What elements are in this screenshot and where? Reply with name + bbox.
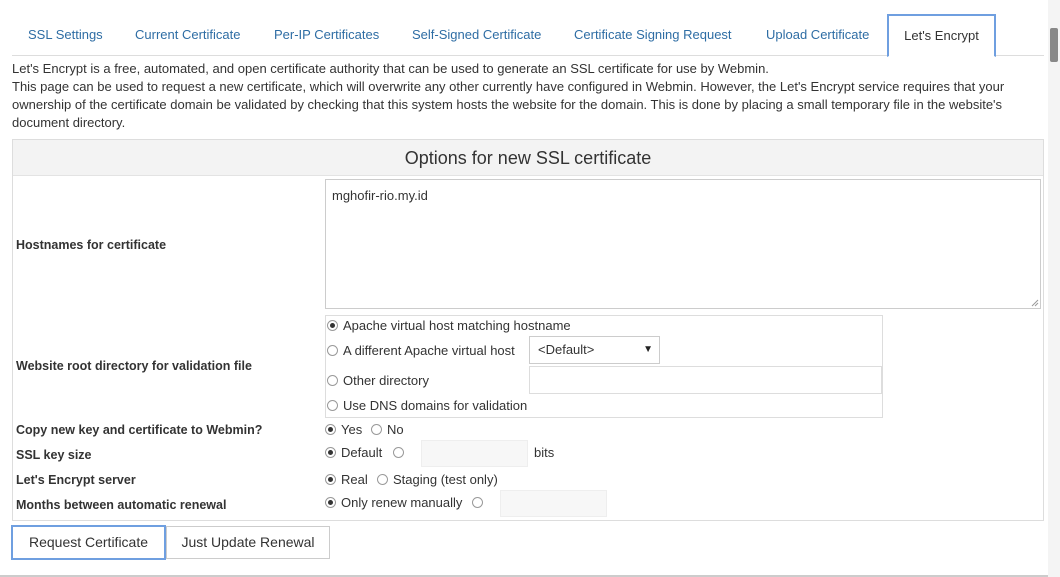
webroot-radio-other-directory[interactable] (327, 375, 338, 386)
key-size-input[interactable] (421, 440, 528, 467)
webroot-option-other-directory: Other directory (343, 373, 429, 388)
hostnames-textarea[interactable]: mghofir-rio.my.id (325, 179, 1041, 309)
tab-self-signed-certificate[interactable]: Self-Signed Certificate (412, 14, 541, 56)
server-staging-label: Staging (test only) (393, 472, 498, 487)
webroot-option-matching-host: Apache virtual host matching hostname (343, 318, 571, 333)
key-size-default-radio[interactable] (325, 447, 336, 458)
server-staging-radio[interactable] (377, 474, 388, 485)
scrollbar-thumb[interactable] (1050, 28, 1058, 62)
intro-text: Let's Encrypt is a free, automated, and … (12, 60, 1042, 132)
request-certificate-button[interactable]: Request Certificate (11, 525, 166, 560)
copy-webmin-yes-radio[interactable] (325, 424, 336, 435)
renewal-manual-radio[interactable] (325, 497, 336, 508)
webroot-option-different-vhost: A different Apache virtual host (343, 343, 515, 358)
webroot-option-dns: Use DNS domains for validation (343, 398, 528, 413)
hostnames-label: Hostnames for certificate (16, 238, 167, 252)
copy-webmin-label: Copy new key and certificate to Webmin? (16, 423, 263, 437)
copy-webmin-yes-label: Yes (341, 422, 363, 437)
webroot-radio-different-vhost[interactable] (327, 345, 338, 356)
key-size-label: SSL key size (16, 448, 92, 462)
tab-ssl-settings[interactable]: SSL Settings (28, 14, 103, 56)
webroot-label: Website root directory for validation fi… (16, 359, 252, 373)
tab-upload-certificate[interactable]: Upload Certificate (766, 14, 869, 56)
webroot-radio-matching-host[interactable] (327, 320, 338, 331)
intro-line-1: Let's Encrypt is a free, automated, and … (12, 61, 769, 76)
copy-webmin-no-label: No (387, 422, 404, 437)
vhost-select-value: <Default> (538, 342, 595, 357)
key-size-custom-radio[interactable] (393, 447, 404, 458)
tab-lets-encrypt[interactable]: Let's Encrypt (887, 14, 996, 57)
renewal-months-input[interactable] (500, 490, 607, 517)
just-update-renewal-button[interactable]: Just Update Renewal (166, 526, 330, 559)
tab-bar: SSL Settings Current Certificate Per-IP … (12, 14, 1044, 57)
hostnames-value: mghofir-rio.my.id (332, 188, 428, 203)
renewal-months-radio[interactable] (472, 497, 483, 508)
resize-handle-icon[interactable] (1031, 299, 1039, 307)
server-label: Let's Encrypt server (16, 473, 136, 487)
copy-webmin-no-radio[interactable] (371, 424, 382, 435)
server-real-label: Real (341, 472, 368, 487)
tab-certificate-signing-request[interactable]: Certificate Signing Request (574, 14, 732, 56)
caret-down-icon: ▼ (643, 344, 653, 355)
options-panel: Options for new SSL certificate Hostname… (12, 139, 1044, 521)
page-scrollbar[interactable] (1048, 0, 1060, 577)
server-real-radio[interactable] (325, 474, 336, 485)
tab-current-certificate[interactable]: Current Certificate (135, 14, 240, 56)
panel-title: Options for new SSL certificate (13, 140, 1043, 176)
vhost-select[interactable]: <Default> ▼ (529, 336, 660, 364)
renewal-manual-label: Only renew manually (341, 495, 463, 510)
other-directory-input[interactable] (529, 366, 882, 394)
key-size-unit: bits (534, 445, 555, 460)
renewal-label: Months between automatic renewal (16, 498, 227, 512)
webroot-radio-dns[interactable] (327, 400, 338, 411)
key-size-default-label: Default (341, 445, 383, 460)
intro-line-2: This page can be used to request a new c… (12, 79, 1005, 130)
tab-per-ip-certificates[interactable]: Per-IP Certificates (274, 14, 379, 56)
